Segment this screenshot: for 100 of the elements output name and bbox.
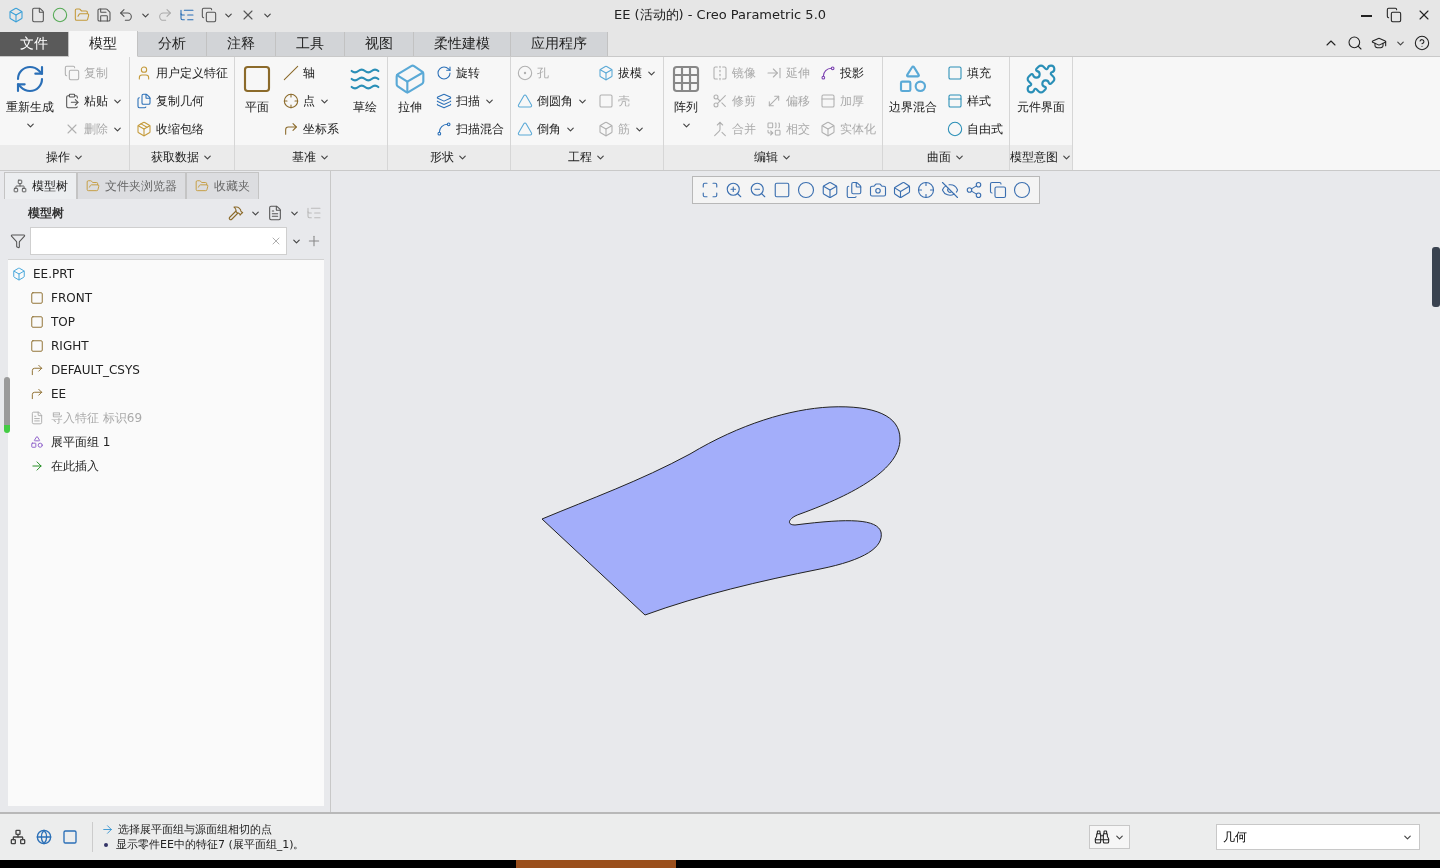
network-icon[interactable] (964, 181, 983, 199)
bullet-icon (104, 842, 108, 847)
merge-icon (712, 121, 728, 137)
ribbon-tab[interactable]: 柔性建模 (414, 32, 511, 56)
revolve-icon (436, 65, 452, 81)
search-icon (1347, 35, 1363, 51)
folders-icon (86, 179, 100, 193)
ribbon-button[interactable]: 扫描 (434, 87, 506, 115)
file-menu-tab[interactable]: 文件 (0, 32, 69, 56)
tree-item[interactable]: FRONT (8, 286, 324, 310)
package-icon (136, 121, 152, 137)
ribbon-button[interactable]: 拔模 (596, 59, 659, 87)
view-cube-icon[interactable] (820, 181, 839, 199)
group-menu[interactable]: 操作 (0, 145, 129, 170)
copy-icon (64, 65, 80, 81)
group-menu[interactable]: 编辑 (664, 145, 882, 170)
group-menu[interactable]: 模型意图 (1010, 145, 1072, 170)
ribbon-button[interactable]: 复制几何 (134, 87, 230, 115)
globe-icon[interactable] (34, 827, 54, 847)
new-file-icon (30, 7, 46, 23)
group-menu[interactable]: 获取数据 (130, 145, 234, 170)
side-handle[interactable] (1432, 247, 1440, 307)
ribbon-tab[interactable]: 应用程序 (511, 32, 608, 56)
ribbon-button[interactable]: 倒圆角 (515, 87, 590, 115)
clear-icon (270, 235, 282, 247)
tree-item[interactable]: EE (8, 382, 324, 406)
ribbon-button[interactable]: 样式 (945, 87, 1005, 115)
ribbon-button[interactable]: 边界混合 (887, 59, 939, 143)
tree-icon (13, 179, 27, 193)
ribbon-button[interactable]: 用户定义特征 (134, 59, 230, 87)
caret-icon (781, 152, 792, 163)
group-menu[interactable]: 形状 (388, 145, 510, 170)
tree-item[interactable]: RIGHT (8, 334, 324, 358)
ribbon-button[interactable]: 点 (281, 87, 341, 115)
zoom-in-icon[interactable] (724, 181, 743, 199)
stack-icon[interactable] (988, 181, 1007, 199)
puzzle-icon (1025, 63, 1057, 95)
panel-tab[interactable]: 模型树 (4, 172, 77, 199)
ribbon-button[interactable]: 填充 (945, 59, 1005, 87)
ribbon-tab[interactable]: 视图 (345, 32, 414, 56)
ribbon-button[interactable]: 旋转 (434, 59, 506, 87)
refit-icon[interactable] (700, 181, 719, 199)
insert-arrow-icon (30, 459, 44, 473)
caret-icon (595, 152, 606, 163)
caret-icon (954, 152, 965, 163)
annotation-display-icon[interactable] (940, 181, 959, 199)
undo-icon (118, 7, 134, 23)
offset-icon (766, 93, 782, 109)
ribbon-button[interactable]: 轴 (281, 59, 341, 87)
panel-tab[interactable]: 收藏夹 (186, 172, 259, 199)
caret-icon (319, 152, 330, 163)
ribbon-button[interactable]: 收缩包络 (134, 115, 230, 143)
user-icon (136, 65, 152, 81)
save-icon (96, 7, 112, 23)
ribbon-button[interactable]: 坐标系 (281, 115, 341, 143)
find-button[interactable] (1089, 825, 1130, 849)
tree-item[interactable]: 展平面组 1 (8, 430, 324, 454)
group-menu[interactable]: 曲面 (883, 145, 1009, 170)
ribbon-button[interactable]: 草绘 (347, 59, 383, 143)
tree-item[interactable]: 在此插入 (8, 454, 324, 478)
ribbon-button[interactable]: 投影 (818, 59, 878, 87)
ribbon-button[interactable]: 重新生成 (4, 59, 56, 143)
extrude-icon (394, 63, 426, 95)
graduation-cap-icon (1371, 35, 1387, 51)
ribbon-button[interactable]: 拉伸 (392, 59, 428, 143)
tree-toggle-icon[interactable] (8, 827, 28, 847)
arrow-icon (101, 823, 114, 836)
zoom-out-icon[interactable] (748, 181, 767, 199)
pattern-icon (670, 63, 702, 95)
window-title: EE (活动的) - Creo Parametric 5.0 (613, 6, 827, 24)
search-field[interactable] (30, 227, 287, 255)
ribbon-tab[interactable]: 分析 (138, 32, 207, 56)
panel-tab[interactable]: 文件夹浏览器 (77, 172, 186, 199)
caret-icon (72, 152, 84, 163)
redo-icon (157, 7, 173, 23)
ribbon-button[interactable]: 自由式 (945, 115, 1005, 143)
open-folder-icon (74, 7, 90, 23)
camera-icon[interactable] (868, 181, 887, 199)
favorites-folder-icon (195, 179, 209, 193)
ribbon-tab[interactable]: 注释 (207, 32, 276, 56)
status-message: 显示零件EE中的特征7 (展平面组_1)。 (116, 837, 305, 852)
ribbon-tab[interactable]: 工具 (276, 32, 345, 56)
tree-item[interactable]: DEFAULT_CSYS (8, 358, 324, 382)
group-menu[interactable]: 基准 (235, 145, 387, 170)
group-menu[interactable]: 工程 (511, 145, 663, 170)
scroll-handle[interactable] (4, 377, 10, 433)
plus-icon (306, 233, 322, 249)
caret-icon (202, 152, 213, 163)
tree-item[interactable]: TOP (8, 310, 324, 334)
selection-filter[interactable]: 几何 (1216, 824, 1420, 850)
ribbon-button[interactable]: 平面 (239, 59, 275, 143)
ribbon-button[interactable]: 阵列 (668, 59, 704, 143)
panel-title: 模型树 (28, 204, 64, 222)
ribbon-tab[interactable]: 模型 (69, 31, 138, 57)
tree-item[interactable]: EE.PRT (8, 262, 324, 286)
ribbon-button[interactable]: 粘贴 (62, 87, 125, 115)
ribbon-button[interactable]: 元件界面 (1014, 59, 1068, 143)
square-icon[interactable] (60, 827, 80, 847)
ribbon-button[interactable]: 倒角 (515, 115, 590, 143)
ribbon-button[interactable]: 扫描混合 (434, 115, 506, 143)
